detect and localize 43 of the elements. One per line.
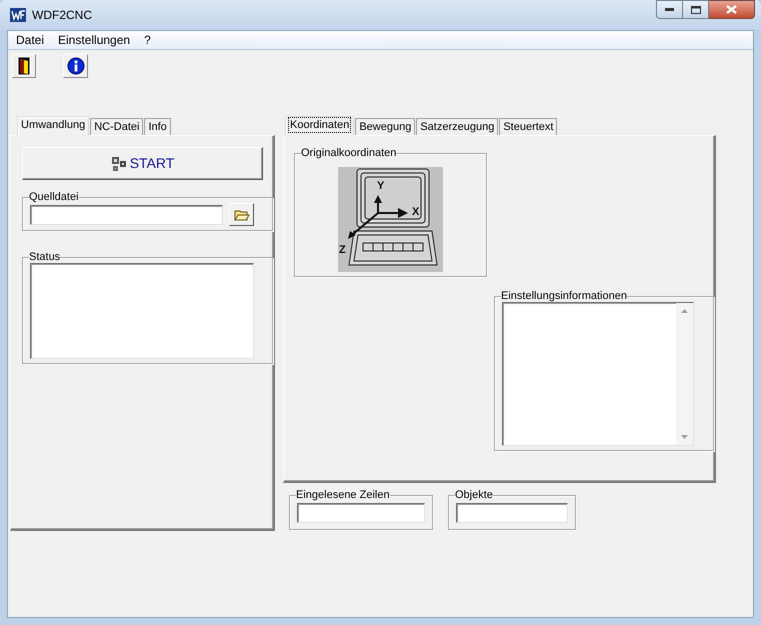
gears-icon bbox=[110, 156, 127, 172]
door-icon bbox=[18, 57, 30, 75]
group-label: Quelldatei bbox=[29, 191, 79, 203]
scroll-up-icon bbox=[681, 309, 688, 313]
tab[interactable]: Satzerzeugung bbox=[416, 118, 498, 135]
group-label: Objekte bbox=[455, 489, 493, 501]
folder-icon bbox=[234, 208, 250, 220]
group-label: Eingelesene Zeilen bbox=[296, 489, 390, 501]
tab[interactable]: Koordinaten bbox=[285, 116, 354, 136]
objects-field[interactable] bbox=[456, 503, 568, 523]
scroll-down-icon bbox=[681, 435, 688, 439]
browse-button[interactable] bbox=[229, 203, 254, 226]
window-title: WDF2CNC bbox=[32, 7, 92, 24]
close-icon bbox=[726, 5, 737, 14]
info-button[interactable] bbox=[63, 54, 88, 78]
menu-item[interactable]: Datei bbox=[9, 32, 52, 48]
menu-item[interactable]: ? bbox=[137, 32, 158, 48]
axis-label: Y bbox=[377, 180, 384, 192]
app-logo-icon bbox=[10, 8, 26, 22]
tab[interactable]: Steuertext bbox=[499, 118, 558, 135]
lines-field[interactable] bbox=[297, 503, 425, 523]
minimize-button[interactable] bbox=[656, 0, 683, 19]
maximize-button[interactable] bbox=[683, 0, 709, 19]
start-button[interactable]: START bbox=[22, 147, 263, 180]
scrollbar[interactable] bbox=[676, 303, 693, 445]
axis-label: Z bbox=[339, 244, 346, 256]
settings-text-area[interactable] bbox=[502, 302, 694, 446]
tab[interactable]: Info bbox=[144, 118, 171, 135]
close-button[interactable] bbox=[709, 0, 755, 19]
status-text-area[interactable] bbox=[30, 263, 254, 359]
group-label: Einstellungsinformationen bbox=[501, 290, 627, 302]
group-label: Originalkoordinaten bbox=[301, 147, 396, 159]
file-path-field[interactable] bbox=[30, 204, 223, 224]
menu-item[interactable]: Einstellungen bbox=[51, 32, 138, 48]
info-icon bbox=[66, 57, 84, 75]
exit-button[interactable] bbox=[12, 54, 36, 78]
axis-label: X bbox=[412, 206, 420, 218]
tab[interactable]: NC-Datei bbox=[90, 118, 144, 135]
tab[interactable]: Bewegung bbox=[355, 118, 416, 135]
maximize-icon bbox=[690, 6, 700, 14]
minimize-icon bbox=[665, 8, 674, 11]
group-label: Status bbox=[29, 251, 60, 263]
tab[interactable]: Umwandlung bbox=[17, 116, 90, 136]
